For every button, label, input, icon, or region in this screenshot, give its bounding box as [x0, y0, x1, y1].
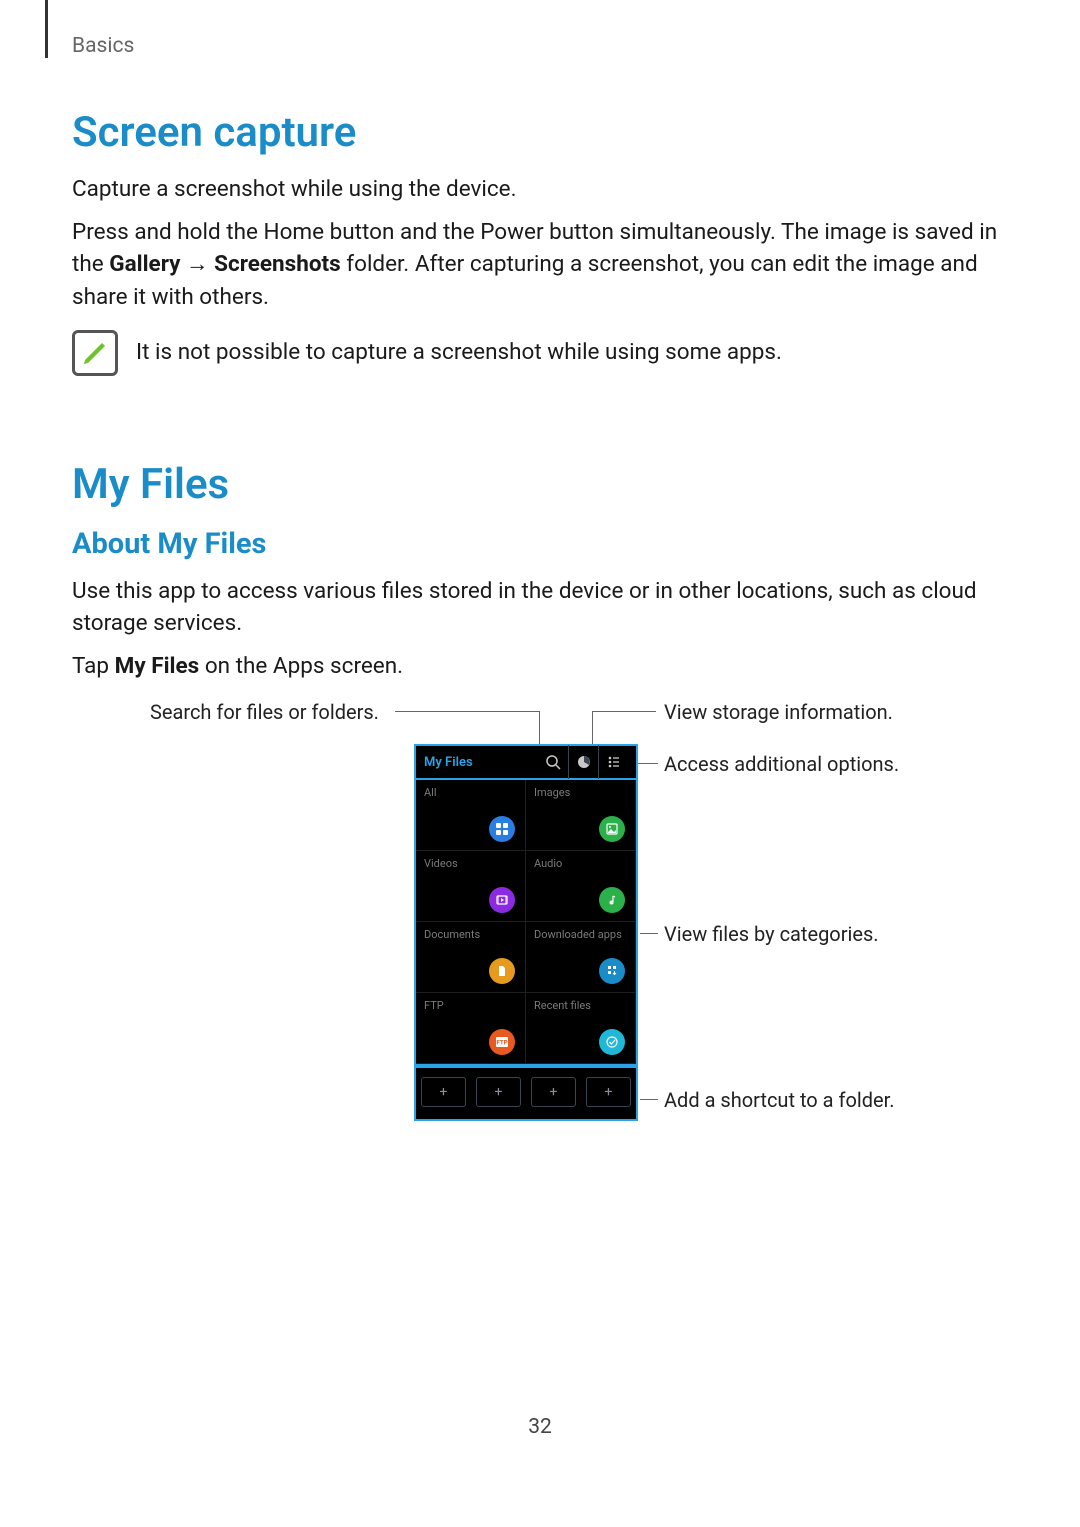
category-downloaded-apps[interactable]: Downloaded apps: [526, 922, 636, 993]
all-icon: [489, 816, 515, 842]
p2-post: on the Apps screen.: [199, 653, 403, 679]
category-label: Videos: [424, 857, 517, 870]
phone-header: My Files: [416, 746, 636, 780]
my-files-figure: Search for files or folders. View storag…: [72, 700, 1008, 1150]
page-tab-marker: [45, 0, 48, 58]
videos-icon: [489, 887, 515, 913]
callout-line: [640, 933, 658, 934]
category-label: All: [424, 786, 517, 799]
category-all[interactable]: All: [416, 780, 526, 851]
note-block: It is not possible to capture a screensh…: [72, 330, 1008, 376]
my-files-p2: Tap My Files on the Apps screen.: [72, 650, 1008, 683]
category-videos[interactable]: Videos: [416, 851, 526, 922]
documents-icon: [489, 958, 515, 984]
category-label: Documents: [424, 928, 517, 941]
storage-pie-icon[interactable]: [568, 745, 598, 779]
category-label: Images: [534, 786, 627, 799]
heading-my-files: My Files: [72, 460, 1008, 509]
svg-text:FTP: FTP: [497, 1040, 508, 1047]
screen-capture-intro: Capture a screenshot while using the dev…: [72, 173, 1008, 206]
breadcrumb: Basics: [72, 34, 134, 58]
phone-screenshot: My Files All: [414, 744, 638, 1121]
recent-files-icon: [599, 1029, 625, 1055]
callout-line: [592, 711, 656, 712]
add-shortcut-button[interactable]: +: [531, 1077, 576, 1107]
callout-search: Search for files or folders.: [150, 700, 379, 724]
category-grid: All Images Videos: [416, 780, 636, 1066]
my-files-p1: Use this app to access various files sto…: [72, 575, 1008, 640]
downloaded-apps-icon: [599, 958, 625, 984]
category-documents[interactable]: Documents: [416, 922, 526, 993]
callout-options: Access additional options.: [664, 752, 899, 776]
category-label: Audio: [534, 857, 627, 870]
category-label: Downloaded apps: [534, 928, 627, 941]
add-shortcut-button[interactable]: +: [476, 1077, 521, 1107]
note-text: It is not possible to capture a screensh…: [136, 336, 782, 369]
phone-app-title: My Files: [424, 755, 497, 770]
bold-gallery: Gallery: [109, 251, 180, 277]
subheading-about-my-files: About My Files: [72, 527, 1008, 561]
callout-storage: View storage information.: [664, 700, 893, 724]
audio-icon: [599, 887, 625, 913]
images-icon: [599, 816, 625, 842]
category-label: Recent files: [534, 999, 627, 1012]
category-images[interactable]: Images: [526, 780, 636, 851]
heading-screen-capture: Screen capture: [72, 108, 1008, 157]
arrow-text: →: [180, 251, 214, 277]
callout-shortcut: Add a shortcut to a folder.: [664, 1088, 894, 1112]
add-shortcut-button[interactable]: +: [421, 1077, 466, 1107]
add-shortcut-button[interactable]: +: [586, 1077, 631, 1107]
category-recent-files[interactable]: Recent files: [526, 993, 636, 1064]
callout-line: [395, 711, 539, 712]
screen-capture-body: Press and hold the Home button and the P…: [72, 216, 1008, 314]
p2-pre: Tap: [72, 653, 115, 679]
callout-categories: View files by categories.: [664, 922, 879, 946]
p2-bold: My Files: [115, 653, 200, 679]
category-label: FTP: [424, 999, 517, 1012]
ftp-icon: FTP: [489, 1029, 515, 1055]
callout-line: [640, 1099, 658, 1100]
category-ftp[interactable]: FTP FTP: [416, 993, 526, 1064]
search-icon[interactable]: [538, 745, 568, 779]
category-audio[interactable]: Audio: [526, 851, 636, 922]
shortcut-row: + + + +: [416, 1066, 636, 1114]
page-number: 32: [0, 1415, 1080, 1439]
more-options-icon[interactable]: [598, 745, 628, 779]
bold-screenshots: Screenshots: [214, 251, 341, 277]
note-icon: [72, 330, 118, 376]
